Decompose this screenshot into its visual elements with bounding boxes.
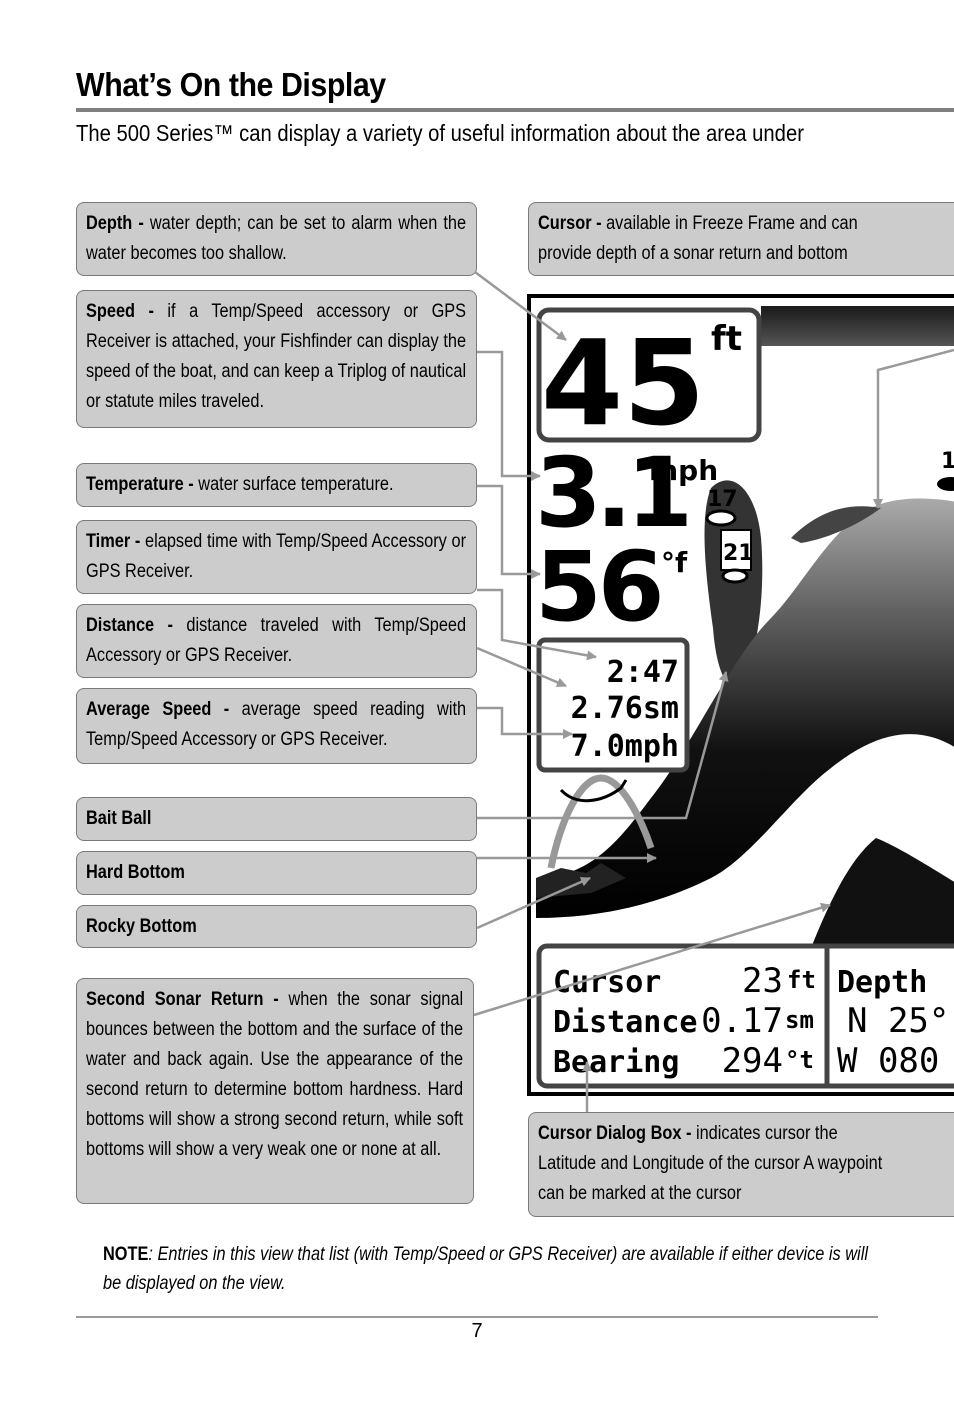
footer-divider <box>76 1316 878 1318</box>
leader-speed <box>477 350 541 481</box>
note-text: NOTE: Entries in this view that list (wi… <box>103 1240 877 1298</box>
note-body: : Entries in this view that list (with T… <box>103 1244 868 1294</box>
leader-temperature <box>477 484 541 579</box>
page-number: 7 <box>471 1320 483 1342</box>
leader-rocky-bottom <box>476 876 591 930</box>
leader-cursor <box>873 348 954 509</box>
leader-second-return <box>473 902 831 1017</box>
leader-bait-ball <box>477 671 729 820</box>
note-label: NOTE <box>103 1244 149 1265</box>
leader-lines <box>473 270 954 1112</box>
leader-distance <box>476 646 567 688</box>
leader-average-speed <box>477 706 573 739</box>
leader-timer <box>477 588 597 661</box>
leader-depth <box>474 270 567 342</box>
